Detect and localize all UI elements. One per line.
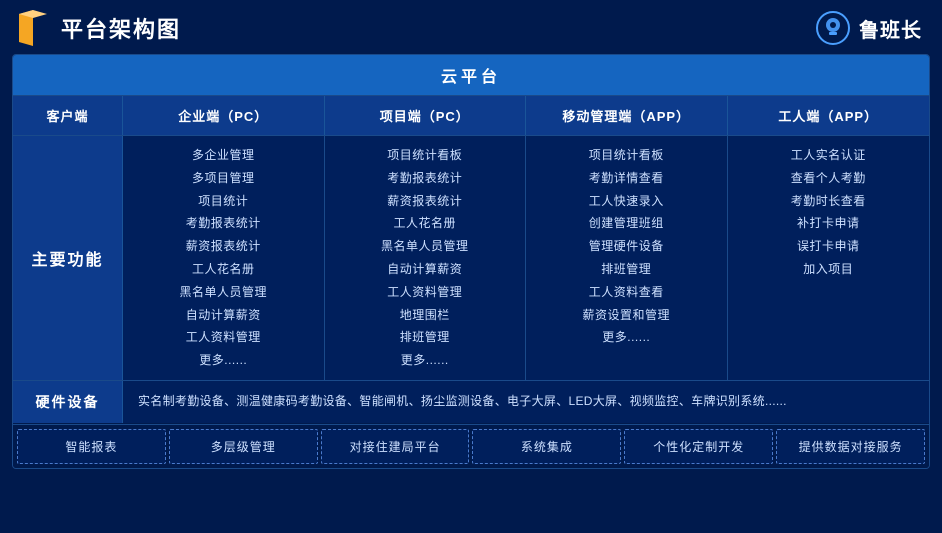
worker-feature-2: 考勤时长查看 [736, 190, 922, 213]
bottom-features: 智能报表 多层级管理 对接住建局平台 系统集成 个性化定制开发 提供数据对接服务 [13, 424, 929, 468]
project-features: 项目统计看板 考勤报表统计 薪资报表统计 工人花名册 黑名单人员管理 自动计算薪… [325, 136, 527, 380]
mobile-feature-5: 排班管理 [534, 258, 719, 281]
mobile-feature-7: 薪资设置和管理 [534, 304, 719, 327]
worker-feature-4: 误打卡申请 [736, 235, 922, 258]
worker-features: 工人实名认证 查看个人考勤 考勤时长查看 补打卡申请 误打卡申请 加入项目 [728, 136, 930, 380]
project-feature-3: 工人花名册 [333, 212, 518, 235]
mobile-feature-1: 考勤详情查看 [534, 167, 719, 190]
enterprise-features: 多企业管理 多项目管理 项目统计 考勤报表统计 薪资报表统计 工人花名册 黑名单… [123, 136, 325, 380]
hardware-row: 硬件设备 实名制考勤设备、测温健康码考勤设备、智能闸机、扬尘监测设备、电子大屏、… [13, 380, 929, 423]
col-worker-app: 工人端（APP） [728, 96, 930, 135]
main-function-label: 主要功能 [13, 136, 123, 380]
bottom-feature-5: 提供数据对接服务 [776, 429, 925, 464]
enterprise-feature-0: 多企业管理 [131, 144, 316, 167]
bottom-feature-2: 对接住建局平台 [321, 429, 470, 464]
enterprise-feature-8: 工人资料管理 [131, 326, 316, 349]
project-feature-2: 薪资报表统计 [333, 190, 518, 213]
hardware-content: 实名制考勤设备、测温健康码考勤设备、智能闸机、扬尘监测设备、电子大屏、LED大屏… [123, 381, 929, 423]
project-feature-4: 黑名单人员管理 [333, 235, 518, 258]
cloud-platform-row: 云平台 [13, 55, 929, 95]
worker-feature-0: 工人实名认证 [736, 144, 922, 167]
mobile-feature-6: 工人资料查看 [534, 281, 719, 304]
bottom-feature-0: 智能报表 [17, 429, 166, 464]
col-enterprise-pc: 企业端（PC） [123, 96, 325, 135]
worker-feature-3: 补打卡申请 [736, 212, 922, 235]
brand-icon [815, 10, 851, 46]
col-client: 客户端 [13, 96, 123, 135]
hardware-label: 硬件设备 [13, 381, 123, 423]
main-container: 云平台 客户端 企业端（PC） 项目端（PC） 移动管理端（APP） 工人端（A… [12, 54, 930, 469]
enterprise-feature-9: 更多...... [131, 349, 316, 372]
col-mobile-app: 移动管理端（APP） [526, 96, 728, 135]
header-left: 平台架构图 [15, 10, 181, 46]
project-feature-7: 地理围栏 [333, 304, 518, 327]
worker-feature-1: 查看个人考勤 [736, 167, 922, 190]
project-feature-1: 考勤报表统计 [333, 167, 518, 190]
bottom-feature-1: 多层级管理 [169, 429, 318, 464]
bottom-feature-4: 个性化定制开发 [624, 429, 773, 464]
columns-header: 客户端 企业端（PC） 项目端（PC） 移动管理端（APP） 工人端（APP） [13, 95, 929, 135]
mobile-feature-0: 项目统计看板 [534, 144, 719, 167]
enterprise-feature-3: 考勤报表统计 [131, 212, 316, 235]
page-title: 平台架构图 [61, 12, 181, 44]
enterprise-feature-6: 黑名单人员管理 [131, 281, 316, 304]
mobile-features: 项目统计看板 考勤详情查看 工人快速录入 创建管理班组 管理硬件设备 排班管理 … [526, 136, 728, 380]
cloud-platform-label: 云平台 [441, 69, 501, 86]
worker-feature-5: 加入项目 [736, 258, 922, 281]
enterprise-feature-1: 多项目管理 [131, 167, 316, 190]
main-content: 主要功能 多企业管理 多项目管理 项目统计 考勤报表统计 薪资报表统计 工人花名… [13, 135, 929, 380]
mobile-feature-4: 管理硬件设备 [534, 235, 719, 258]
enterprise-feature-7: 自动计算薪资 [131, 304, 316, 327]
enterprise-feature-4: 薪资报表统计 [131, 235, 316, 258]
mobile-feature-2: 工人快速录入 [534, 190, 719, 213]
project-feature-9: 更多...... [333, 349, 518, 372]
project-feature-8: 排班管理 [333, 326, 518, 349]
brand-logo: 鲁班长 [815, 10, 922, 46]
mobile-feature-8: 更多...... [534, 326, 719, 349]
project-feature-6: 工人资料管理 [333, 281, 518, 304]
mobile-feature-3: 创建管理班组 [534, 212, 719, 235]
project-feature-0: 项目统计看板 [333, 144, 518, 167]
brand-name: 鲁班长 [859, 14, 922, 43]
col-project-pc: 项目端（PC） [325, 96, 527, 135]
logo-icon [15, 10, 51, 46]
header: 平台架构图 鲁班长 [0, 0, 942, 54]
bottom-feature-3: 系统集成 [472, 429, 621, 464]
enterprise-feature-2: 项目统计 [131, 190, 316, 213]
enterprise-feature-5: 工人花名册 [131, 258, 316, 281]
project-feature-5: 自动计算薪资 [333, 258, 518, 281]
